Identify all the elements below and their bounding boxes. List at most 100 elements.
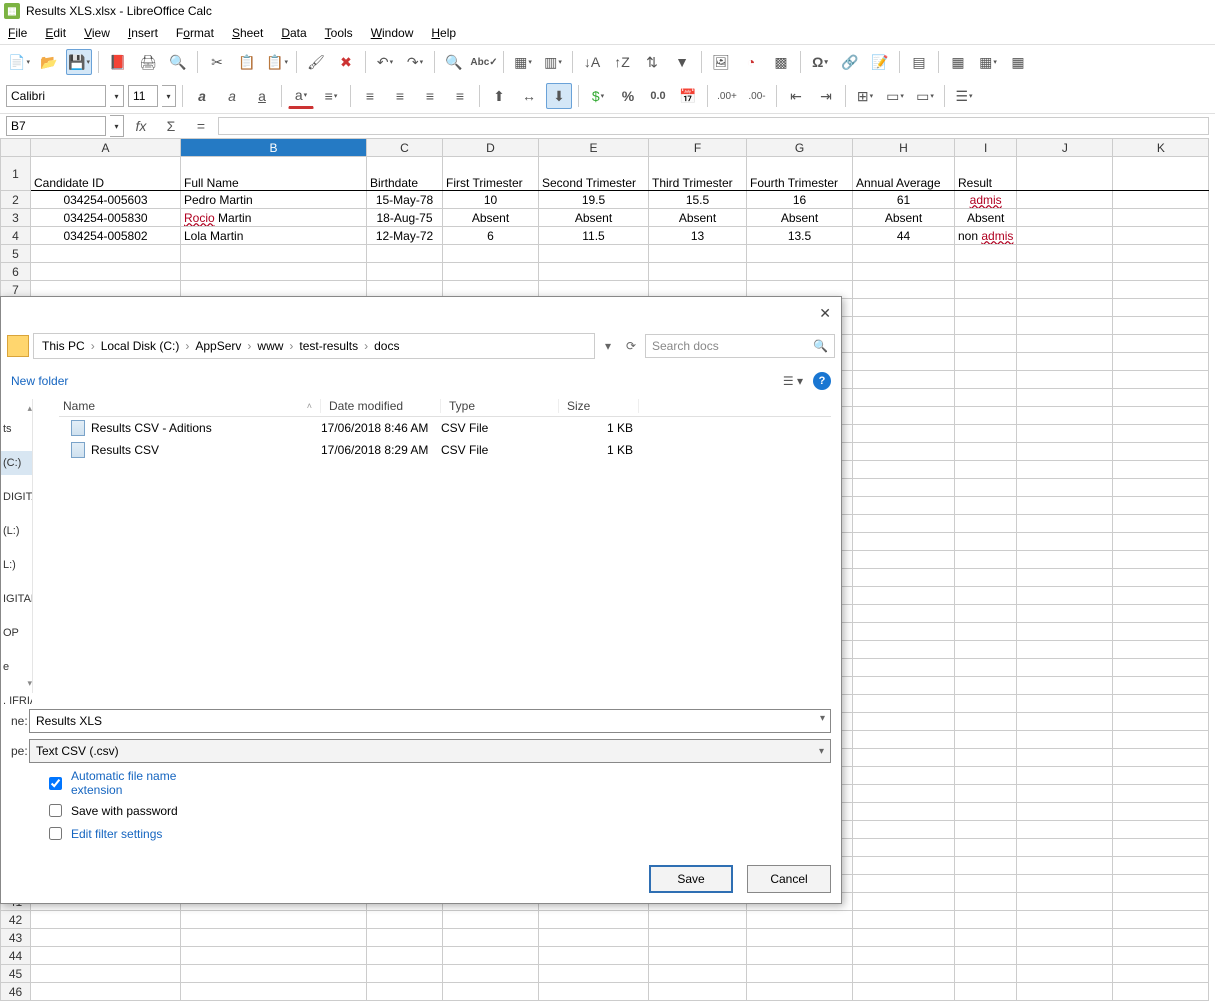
cell-I38[interactable] [955, 839, 1017, 857]
cell-E2[interactable]: 19.5 [539, 191, 649, 209]
cell-H8[interactable] [853, 299, 955, 317]
cell-F5[interactable] [649, 245, 747, 263]
cell-A1[interactable]: Candidate ID [31, 157, 181, 191]
cell-K16[interactable] [1113, 443, 1209, 461]
cell-D2[interactable]: 10 [443, 191, 539, 209]
cell-E3[interactable]: Absent [539, 209, 649, 227]
cell-H11[interactable] [853, 353, 955, 371]
cell-H15[interactable] [853, 425, 955, 443]
cell-K5[interactable] [1113, 245, 1209, 263]
menu-data[interactable]: Data [281, 26, 306, 40]
cell-F4[interactable]: 13 [649, 227, 747, 245]
copy-button[interactable]: 📋 [234, 49, 260, 75]
cell-J36[interactable] [1017, 803, 1113, 821]
menu-help[interactable]: Help [431, 26, 456, 40]
cell-I2[interactable]: admis [955, 191, 1017, 209]
cell-H19[interactable] [853, 497, 955, 515]
col-header-B[interactable]: B [181, 139, 367, 157]
auto-extension-checkbox[interactable]: Automatic file name extension [45, 769, 831, 797]
cell-H18[interactable] [853, 479, 955, 497]
cell-I35[interactable] [955, 785, 1017, 803]
valign-bottom-button[interactable]: ⬇ [546, 83, 572, 109]
cell-F3[interactable]: Absent [649, 209, 747, 227]
borders-button[interactable]: ⊞ [852, 83, 878, 109]
cell-B45[interactable] [181, 965, 367, 983]
row-ops-button[interactable]: ▦ [510, 49, 536, 75]
breadcrumb-segment[interactable]: docs [374, 339, 399, 353]
cell-H16[interactable] [853, 443, 955, 461]
cell-B6[interactable] [181, 263, 367, 281]
del-decimal-button[interactable]: .00- [744, 83, 770, 109]
cell-C4[interactable]: 12-May-72 [367, 227, 443, 245]
col-header-K[interactable]: K [1113, 139, 1209, 157]
cell-J13[interactable] [1017, 389, 1113, 407]
cell-E5[interactable] [539, 245, 649, 263]
cell-I24[interactable] [955, 587, 1017, 605]
cell-I12[interactable] [955, 371, 1017, 389]
insert-chart-button[interactable]: ◔ [738, 49, 764, 75]
cell-H28[interactable] [853, 659, 955, 677]
col-header-G[interactable]: G [747, 139, 853, 157]
cell-K19[interactable] [1113, 497, 1209, 515]
cell-J44[interactable] [1017, 947, 1113, 965]
cell-K28[interactable] [1113, 659, 1209, 677]
cell-J19[interactable] [1017, 497, 1113, 515]
add-decimal-button[interactable]: .00+ [714, 83, 740, 109]
cell-J26[interactable] [1017, 623, 1113, 641]
cell-J27[interactable] [1017, 641, 1113, 659]
underline-button[interactable]: a [249, 83, 275, 109]
cell-H43[interactable] [853, 929, 955, 947]
highlight-button[interactable]: ≡ [318, 83, 344, 109]
cell-E4[interactable]: 11.5 [539, 227, 649, 245]
cell-G6[interactable] [747, 263, 853, 281]
cell-K17[interactable] [1113, 461, 1209, 479]
cell-D43[interactable] [443, 929, 539, 947]
cell-A43[interactable] [31, 929, 181, 947]
cell-A2[interactable]: 034254-005603 [31, 191, 181, 209]
cell-C3[interactable]: 18-Aug-75 [367, 209, 443, 227]
cell-D3[interactable]: Absent [443, 209, 539, 227]
cell-A3[interactable]: 034254-005830 [31, 209, 181, 227]
border-color-button[interactable]: ▭ [912, 83, 938, 109]
cell-J45[interactable] [1017, 965, 1113, 983]
cond-format-button[interactable]: ☰ [951, 83, 977, 109]
cell-H13[interactable] [853, 389, 955, 407]
row-header-3[interactable]: 3 [1, 209, 31, 227]
cell-G45[interactable] [747, 965, 853, 983]
cell-D46[interactable] [443, 983, 539, 1001]
cell-H9[interactable] [853, 317, 955, 335]
cell-J12[interactable] [1017, 371, 1113, 389]
col-header-C[interactable]: C [367, 139, 443, 157]
cell-B44[interactable] [181, 947, 367, 965]
percent-button[interactable]: % [615, 83, 641, 109]
col-ops-button[interactable]: ▥ [540, 49, 566, 75]
cell-B43[interactable] [181, 929, 367, 947]
cell-K3[interactable] [1113, 209, 1209, 227]
cell-K4[interactable] [1113, 227, 1209, 245]
cell-G43[interactable] [747, 929, 853, 947]
cell-K26[interactable] [1113, 623, 1209, 641]
scroll-up-icon[interactable]: ▴ [27, 403, 32, 414]
cell-I45[interactable] [955, 965, 1017, 983]
cell-I33[interactable] [955, 749, 1017, 767]
cell-H6[interactable] [853, 263, 955, 281]
cell-H27[interactable] [853, 641, 955, 659]
cell-H12[interactable] [853, 371, 955, 389]
cell-E45[interactable] [539, 965, 649, 983]
cell-H46[interactable] [853, 983, 955, 1001]
cell-H7[interactable] [853, 281, 955, 299]
cell-H22[interactable] [853, 551, 955, 569]
cell-I46[interactable] [955, 983, 1017, 1001]
cell-K36[interactable] [1113, 803, 1209, 821]
col-header-J[interactable]: J [1017, 139, 1113, 157]
indent-dec-button[interactable]: ⇤ [783, 83, 809, 109]
cell-K9[interactable] [1113, 317, 1209, 335]
cell-J30[interactable] [1017, 695, 1113, 713]
close-icon[interactable]: ✕ [819, 305, 831, 322]
cell-I23[interactable] [955, 569, 1017, 587]
cell-E46[interactable] [539, 983, 649, 1001]
cell-J39[interactable] [1017, 857, 1113, 875]
col-type-header[interactable]: Type [441, 399, 559, 413]
cell-G1[interactable]: Fourth Trimester [747, 157, 853, 191]
undo-button[interactable]: ↶ [372, 49, 398, 75]
